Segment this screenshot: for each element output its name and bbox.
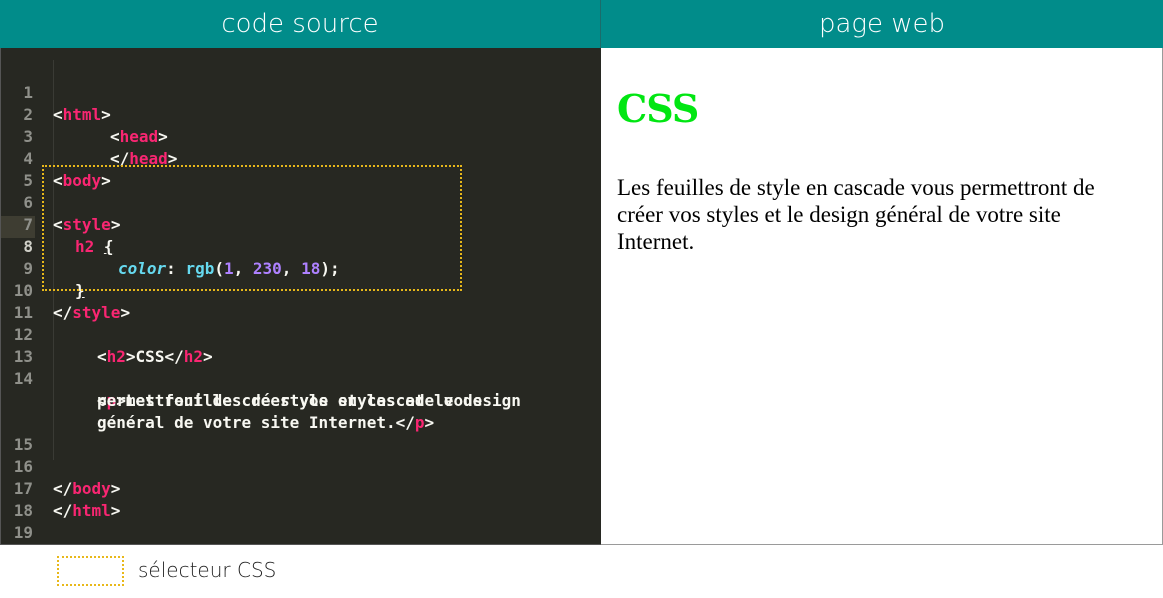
- web-paragraph: Les feuilles de style en cascade vous pe…: [617, 175, 1095, 254]
- code-line-2: 2 <head>: [1, 82, 601, 146]
- css-selector-highlight: [42, 165, 462, 291]
- diagram-frame: code source page web 1 <html> 2 <head> 3…: [0, 0, 1163, 545]
- code-line-19: 19: [1, 500, 601, 542]
- line-number: 19: [13, 523, 33, 542]
- code-line-18: 18: [1, 478, 601, 520]
- code-editor: 1 <html> 2 <head> 3 </head> 4 <body> 5 6…: [0, 48, 601, 545]
- code-source-header: code source: [0, 0, 601, 48]
- code-line-14-wrap-2: général de votre site Internet.</p>: [97, 413, 435, 432]
- code-line-1: 1 <html>: [1, 60, 601, 124]
- code-line-16: 16 </body>: [1, 434, 601, 498]
- code-line-14-wrap-1: permettront de créer vos styles et le de…: [97, 391, 521, 410]
- legend-swatch: [57, 556, 124, 586]
- code-line-14: 14 <p>Les feuilles de style en cascade v…: [1, 346, 601, 410]
- code-line-4: 4 <body>: [1, 126, 601, 190]
- code-line-12: 12 <h2>CSS</h2>: [1, 302, 601, 366]
- code-line-17: 17 </html>: [1, 456, 601, 520]
- code-line-15: 15: [1, 412, 601, 454]
- code-line-13: 13: [1, 324, 601, 366]
- web-page-header: page web: [601, 0, 1163, 48]
- legend-label: sélecteur CSS: [138, 558, 277, 582]
- web-heading: CSS: [617, 86, 699, 131]
- web-page-preview: CSS Les feuilles de style en cascade vou…: [601, 48, 1163, 545]
- code-line-3: 3 </head>: [1, 104, 601, 168]
